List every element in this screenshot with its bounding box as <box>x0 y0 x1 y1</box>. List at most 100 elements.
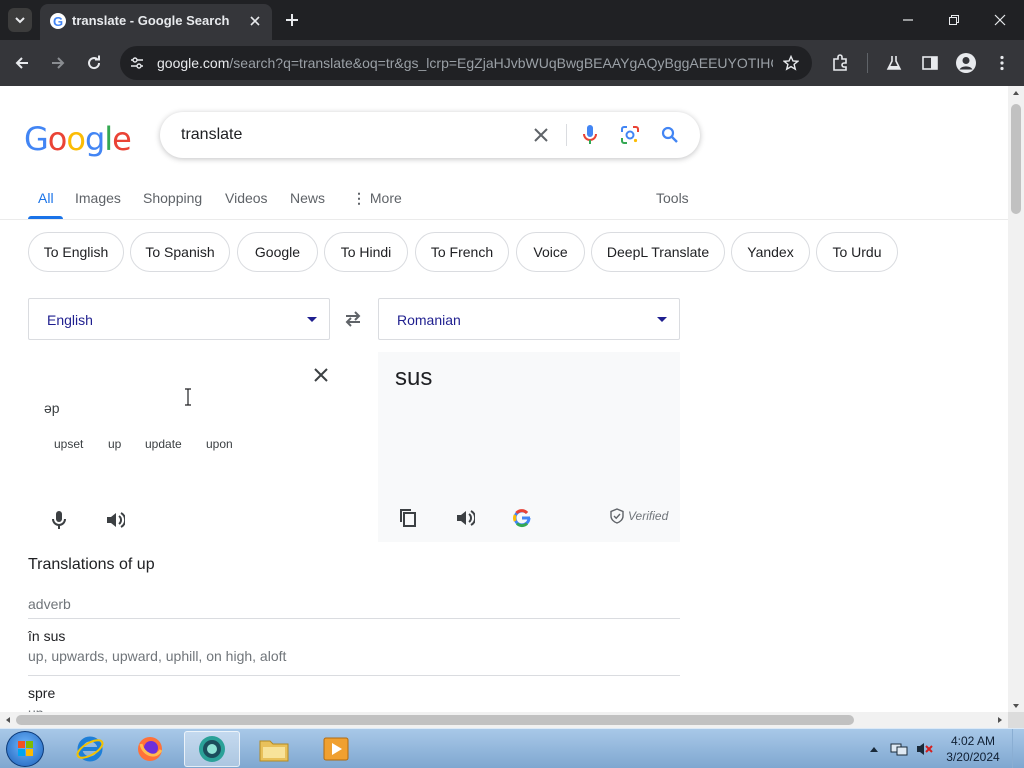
search-magnifier-icon[interactable] <box>659 124 681 146</box>
browser-tab-active[interactable]: G translate - Google Search <box>40 4 272 40</box>
source-text-panel[interactable]: əp upset up update upon <box>28 352 330 542</box>
media-player-icon[interactable] <box>308 731 364 767</box>
scroll-right-arrow-icon[interactable] <box>994 714 1006 726</box>
source-speaker-icon[interactable] <box>103 508 127 532</box>
chip-to-spanish[interactable]: To Spanish <box>130 232 230 272</box>
tab-more-label: More <box>369 190 402 206</box>
suggestion-upon[interactable]: upon <box>206 435 233 453</box>
url-path: /search?q=translate&oq=tr&gs_lcrp=EgZjaH… <box>229 55 773 71</box>
google-translate-g-icon[interactable] <box>510 506 534 530</box>
chip-deepl-translate[interactable]: DeepL Translate <box>591 232 725 272</box>
chrome-canary-taskbar-icon[interactable] <box>184 731 240 767</box>
horizontal-scrollbar[interactable] <box>0 712 1008 728</box>
target-dropdown-caret-icon <box>657 317 667 322</box>
restore-icon[interactable] <box>942 8 966 32</box>
clear-search-icon[interactable] <box>530 124 552 146</box>
scroll-down-arrow-icon[interactable] <box>1008 700 1024 712</box>
file-explorer-folder-icon[interactable] <box>246 731 302 767</box>
clock-date: 3/20/2024 <box>946 750 1000 764</box>
search-box[interactable]: translate <box>160 112 700 158</box>
source-mic-icon[interactable] <box>47 508 71 532</box>
clear-source-text-icon[interactable] <box>310 364 332 386</box>
side-panel-icon[interactable] <box>919 52 941 74</box>
verified-label: Verified <box>628 509 669 523</box>
show-hidden-icons-arrow-icon[interactable] <box>866 729 882 768</box>
scroll-left-arrow-icon[interactable] <box>2 714 14 726</box>
search-tabs: All Images Shopping Videos News ⋮ More T… <box>0 182 1008 220</box>
translation-synonyms: up, upwards, upward, uphill, on high, al… <box>28 648 287 664</box>
search-input[interactable]: translate <box>181 126 242 144</box>
vertical-scroll-thumb[interactable] <box>1011 104 1021 214</box>
translation-word[interactable]: spre <box>28 685 55 701</box>
system-clock[interactable]: 4:02 AM 3/20/2024 <box>940 733 1006 765</box>
translations-heading: Translations of up <box>28 556 155 573</box>
target-language-select[interactable]: Romanian <box>378 298 680 340</box>
part-of-speech-label: adverb <box>28 596 71 612</box>
verified-shield-icon <box>610 508 624 524</box>
extensions-puzzle-icon[interactable] <box>829 52 851 74</box>
windows-taskbar: 4:02 AM 3/20/2024 <box>0 728 1024 768</box>
network-icon[interactable] <box>888 729 910 768</box>
chip-google[interactable]: Google <box>237 232 318 272</box>
labs-flask-icon[interactable] <box>883 52 905 74</box>
copy-translation-icon[interactable] <box>396 506 420 530</box>
firefox-icon[interactable] <box>122 731 178 767</box>
source-language-select[interactable]: English <box>28 298 330 340</box>
translation-word[interactable]: în sus <box>28 628 65 644</box>
tab-all[interactable]: All <box>38 190 54 206</box>
chip-voice[interactable]: Voice <box>516 232 585 272</box>
target-speaker-icon[interactable] <box>453 506 477 530</box>
suggestion-update[interactable]: update <box>145 435 182 453</box>
show-desktop-button[interactable] <box>1012 729 1024 768</box>
horizontal-scroll-thumb[interactable] <box>16 715 854 725</box>
chip-to-french[interactable]: To French <box>415 232 509 272</box>
google-lens-icon[interactable] <box>619 124 641 146</box>
verified-badge: Verified <box>610 508 668 524</box>
active-tab-indicator <box>28 216 63 219</box>
suggestion-up[interactable]: up <box>108 435 121 453</box>
tools-button[interactable]: Tools <box>656 190 689 206</box>
new-tab-plus-icon[interactable] <box>282 10 302 30</box>
swap-languages-icon[interactable] <box>342 308 364 330</box>
close-window-icon[interactable] <box>988 8 1012 32</box>
google-logo[interactable]: Google <box>24 120 132 158</box>
site-info-tune-icon[interactable] <box>128 54 146 72</box>
bookmark-star-icon[interactable] <box>782 54 800 72</box>
start-button-windows-icon[interactable] <box>6 731 44 767</box>
more-dots-icon: ⋮ <box>352 190 366 206</box>
chip-yandex[interactable]: Yandex <box>731 232 810 272</box>
text-cursor-icon <box>185 388 191 406</box>
tab-shopping[interactable]: Shopping <box>143 190 202 206</box>
tab-videos[interactable]: Videos <box>225 190 268 206</box>
voice-search-mic-icon[interactable] <box>579 124 601 146</box>
chip-to-urdu[interactable]: To Urdu <box>816 232 898 272</box>
url-text: google.com/search?q=translate&oq=tr&gs_l… <box>157 55 773 71</box>
tab-more[interactable]: ⋮ More <box>352 190 402 207</box>
back-arrow-icon[interactable] <box>11 52 33 74</box>
chip-to-english[interactable]: To English <box>28 232 124 272</box>
tab-search-button[interactable] <box>8 8 32 32</box>
minimize-icon[interactable] <box>896 8 920 32</box>
vertical-scrollbar[interactable] <box>1008 86 1024 712</box>
tab-images[interactable]: Images <box>75 190 121 206</box>
profile-avatar-icon[interactable] <box>955 52 977 74</box>
translation-synonyms: up <box>28 705 44 712</box>
more-vert-icon[interactable] <box>991 52 1013 74</box>
tab-news[interactable]: News <box>290 190 325 206</box>
volume-muted-icon[interactable] <box>914 729 936 768</box>
url-host: google.com <box>157 55 230 71</box>
svg-text:G: G <box>53 14 63 29</box>
chevron-down-icon <box>15 17 25 24</box>
suggestion-upset[interactable]: upset <box>54 435 83 453</box>
forward-arrow-icon[interactable] <box>47 52 69 74</box>
chip-to-hindi[interactable]: To Hindi <box>324 232 408 272</box>
internet-explorer-icon[interactable] <box>62 731 118 767</box>
source-language-label: English <box>47 312 93 328</box>
divider <box>28 675 680 676</box>
address-bar[interactable]: google.com/search?q=translate&oq=tr&gs_l… <box>120 46 812 80</box>
tab-close-icon[interactable] <box>246 12 264 30</box>
scroll-up-arrow-icon[interactable] <box>1008 87 1024 99</box>
tab-title: translate - Google Search <box>72 13 230 28</box>
translation-output-panel: sus Verified <box>378 352 680 542</box>
reload-icon[interactable] <box>83 52 105 74</box>
